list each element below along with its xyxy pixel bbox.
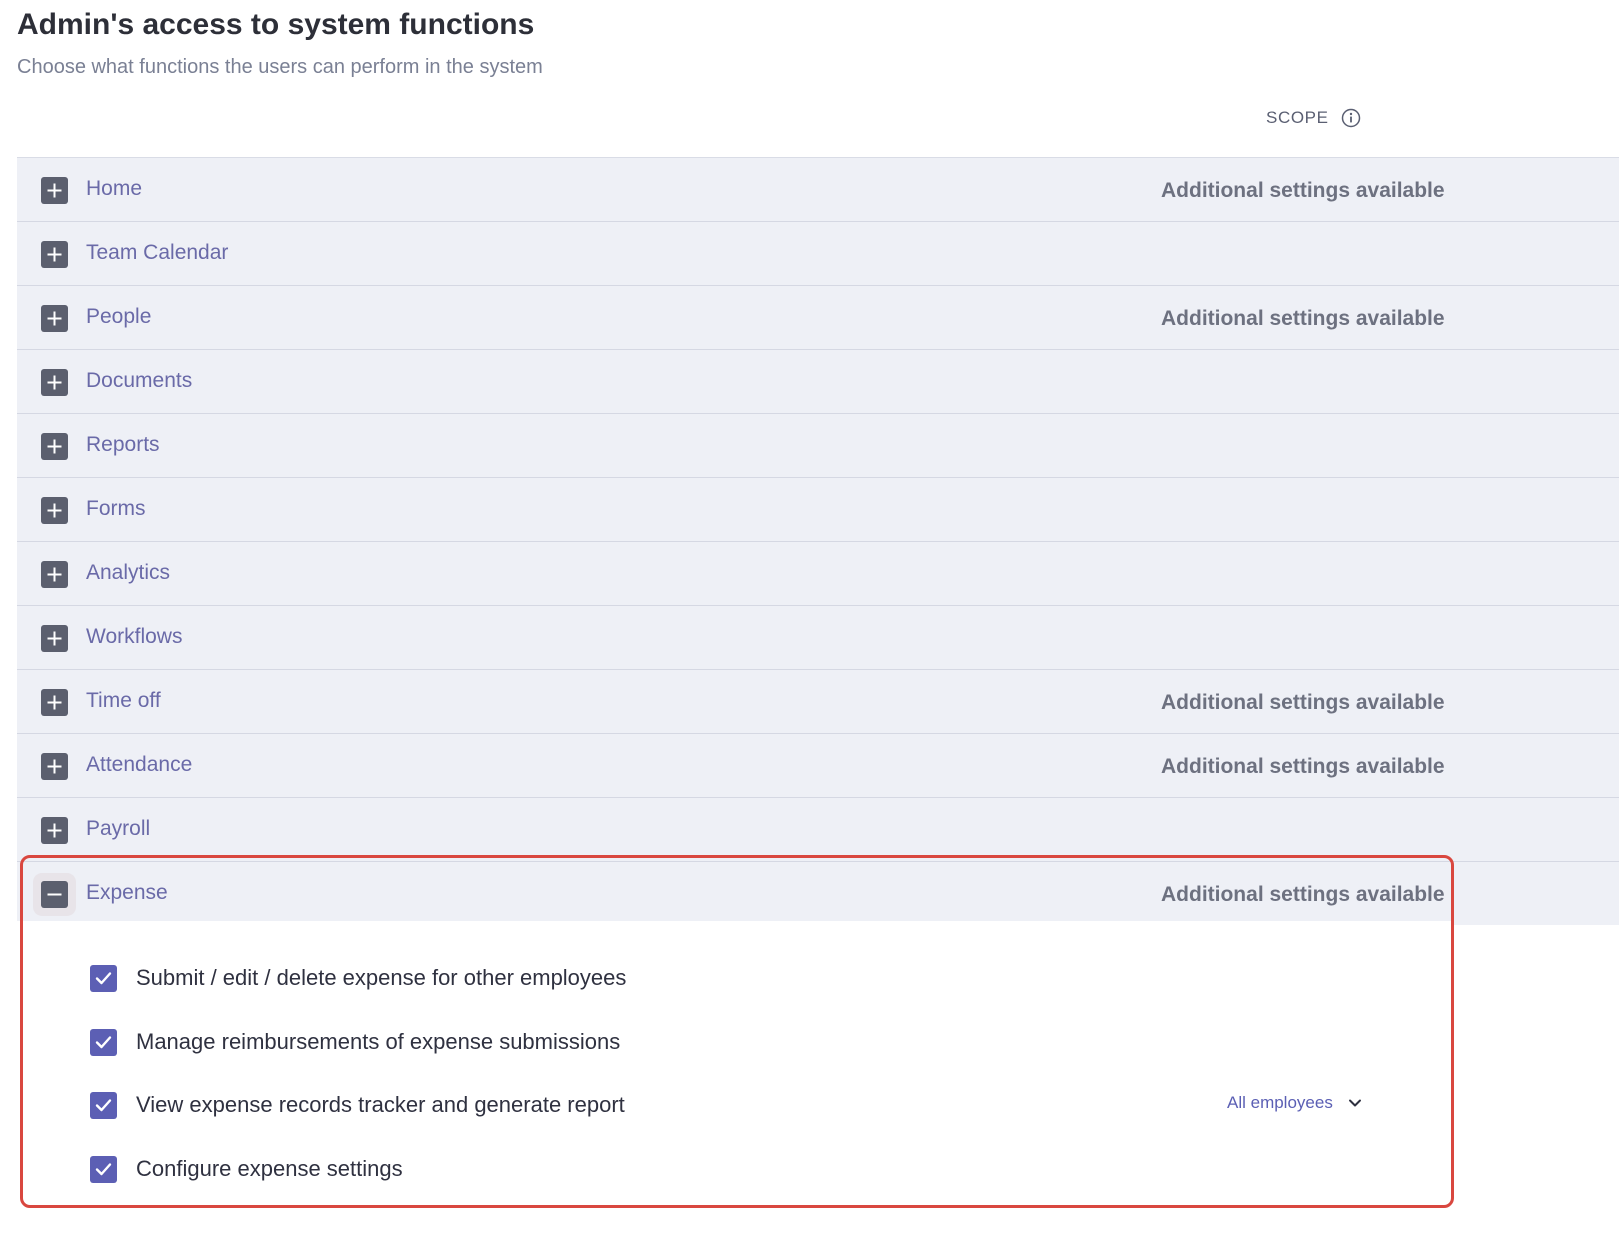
function-label[interactable]: Forms [86,497,146,521]
permission-item[interactable]: Submit / edit / delete expense for other… [90,963,626,993]
plus-square-icon[interactable] [41,625,68,652]
function-row-people[interactable]: People Additional settings available [17,286,1619,350]
function-row-documents[interactable]: Documents [17,350,1619,414]
function-label[interactable]: Documents [86,369,192,393]
expense-permissions-panel: Submit / edit / delete expense for other… [17,921,1451,1205]
function-label[interactable]: Analytics [86,561,170,585]
permission-item[interactable]: Manage reimbursements of expense submiss… [90,1027,620,1057]
page-subtitle: Choose what functions the users can perf… [17,56,543,78]
function-label[interactable]: Attendance [86,753,192,777]
function-label[interactable]: Expense [86,881,168,905]
chevron-down-icon[interactable] [1347,1095,1363,1111]
plus-square-icon[interactable] [41,433,68,460]
minus-square-icon[interactable] [41,881,68,908]
function-label[interactable]: Team Calendar [86,241,228,265]
plus-square-icon[interactable] [41,369,68,396]
permission-item[interactable]: Configure expense settings [90,1154,403,1184]
additional-settings-label: Additional settings available [1161,755,1445,778]
function-list: Home Additional settings available Team … [17,157,1619,925]
function-label[interactable]: Home [86,177,142,201]
function-row-analytics[interactable]: Analytics [17,542,1619,606]
function-row-payroll[interactable]: Payroll [17,798,1619,862]
check-icon[interactable] [90,1155,117,1183]
function-label[interactable]: Time off [86,689,161,713]
plus-square-icon[interactable] [41,241,68,268]
function-row-time-off[interactable]: Time off Additional settings available [17,670,1619,734]
function-label[interactable]: Reports [86,433,160,457]
plus-square-icon[interactable] [41,305,68,332]
function-row-team-calendar[interactable]: Team Calendar [17,222,1619,286]
permission-label: Manage reimbursements of expense submiss… [136,1029,621,1054]
plus-square-icon[interactable] [41,817,68,844]
permission-label: View expense records tracker and generat… [136,1092,625,1117]
function-row-reports[interactable]: Reports [17,414,1619,478]
plus-square-icon[interactable] [41,177,68,204]
function-row-expense[interactable]: Expense Additional settings available [17,862,1619,925]
function-row-home[interactable]: Home Additional settings available [17,158,1619,222]
permission-item[interactable]: View expense records tracker and generat… [90,1090,625,1120]
scope-dropdown-value[interactable]: All employees [1227,1093,1333,1113]
additional-settings-label: Additional settings available [1161,691,1445,714]
scope-dropdown[interactable]: All employees [1227,1093,1363,1113]
scope-label: SCOPE [1266,108,1329,127]
additional-settings-label: Additional settings available [1161,179,1445,202]
info-icon[interactable] [1341,108,1361,128]
plus-square-icon[interactable] [41,753,68,780]
plus-square-icon[interactable] [41,561,68,588]
permission-label: Configure expense settings [136,1156,403,1181]
permission-label: Submit / edit / delete expense for other… [136,965,627,990]
function-label[interactable]: People [86,305,151,329]
function-label[interactable]: Workflows [86,625,182,649]
check-icon[interactable] [90,964,117,992]
function-label[interactable]: Payroll [86,817,150,841]
page-title: Admin's access to system functions [17,8,535,41]
additional-settings-label: Additional settings available [1161,883,1445,906]
function-row-forms[interactable]: Forms [17,478,1619,542]
plus-square-icon[interactable] [41,689,68,716]
function-row-attendance[interactable]: Attendance Additional settings available [17,734,1619,798]
scope-column-header: SCOPE [1266,108,1361,128]
plus-square-icon[interactable] [41,497,68,524]
additional-settings-label: Additional settings available [1161,307,1445,330]
check-icon[interactable] [90,1091,117,1119]
check-icon[interactable] [90,1028,117,1056]
function-row-workflows[interactable]: Workflows [17,606,1619,670]
